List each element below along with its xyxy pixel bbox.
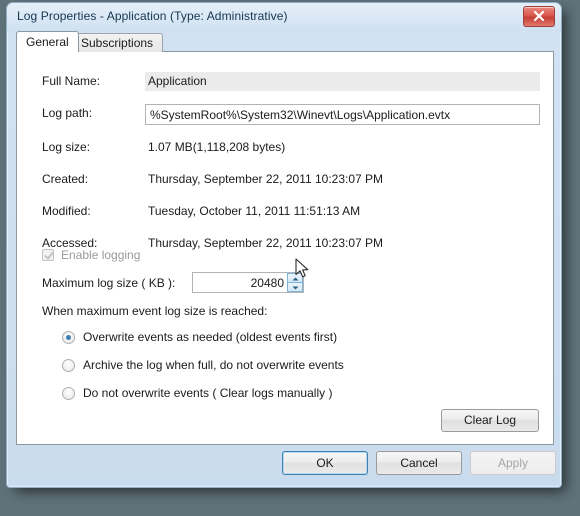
- log-size-label: Log size:: [42, 140, 91, 154]
- modified-label: Modified:: [42, 204, 91, 218]
- row-modified: Modified: Tuesday, October 11, 2011 11:5…: [17, 202, 553, 222]
- when-full-label: When maximum event log size is reached:: [42, 304, 268, 318]
- full-name-value-box: Application: [145, 72, 540, 91]
- checkbox-box: [42, 249, 54, 261]
- max-log-size-label: Maximum log size ( KB ):: [42, 276, 176, 290]
- max-log-size-stepper[interactable]: 20480: [192, 272, 304, 293]
- enable-logging-label: Enable logging: [61, 248, 141, 262]
- log-path-value: %SystemRoot%\System32\Winevt\Logs\Applic…: [150, 108, 451, 122]
- radio-do-not-overwrite[interactable]: Do not overwrite events ( Clear logs man…: [62, 386, 332, 400]
- checkmark-icon: [44, 252, 54, 260]
- radio-overwrite-as-needed[interactable]: Overwrite events as needed (oldest event…: [62, 330, 337, 344]
- created-value: Thursday, September 22, 2011 10:23:07 PM: [148, 172, 384, 186]
- ok-button[interactable]: OK: [282, 451, 368, 475]
- radio-label: Do not overwrite events ( Clear logs man…: [83, 386, 333, 400]
- log-path-label: Log path:: [42, 106, 93, 120]
- cancel-button[interactable]: Cancel: [376, 451, 462, 475]
- log-size-value: 1.07 MB(1,118,208 bytes): [148, 140, 286, 154]
- row-log-path: Log path: %SystemRoot%\System32\Winevt\L…: [17, 104, 553, 125]
- stepper-up-button[interactable]: [287, 273, 303, 282]
- client-area: General Subscriptions Full Name: Applica…: [14, 31, 556, 482]
- modified-value: Tuesday, October 11, 2011 11:51:13 AM: [148, 204, 361, 218]
- full-name-label: Full Name:: [42, 74, 101, 88]
- enable-logging-checkbox[interactable]: Enable logging: [42, 248, 140, 262]
- accessed-value: Thursday, September 22, 2011 10:23:07 PM: [148, 236, 384, 250]
- radio-archive-when-full[interactable]: Archive the log when full, do not overwr…: [62, 358, 344, 372]
- title-bar[interactable]: Log Properties - Application (Type: Admi…: [7, 3, 561, 31]
- log-properties-dialog: Log Properties - Application (Type: Admi…: [6, 2, 562, 488]
- chevron-up-icon: [292, 277, 299, 281]
- desktop-background: Log Properties - Application (Type: Admi…: [0, 0, 580, 516]
- radio-label: Archive the log when full, do not overwr…: [83, 358, 344, 372]
- row-log-size: Log size: 1.07 MB(1,118,208 bytes): [17, 138, 553, 158]
- radio-indicator: [62, 358, 75, 372]
- tab-general[interactable]: General: [16, 31, 79, 52]
- log-path-input[interactable]: %SystemRoot%\System32\Winevt\Logs\Applic…: [145, 104, 540, 125]
- radio-indicator: [62, 386, 75, 400]
- stepper-down-button[interactable]: [287, 282, 303, 292]
- full-name-value: Application: [148, 74, 207, 88]
- chevron-down-icon: [292, 286, 299, 290]
- close-icon: [533, 10, 545, 22]
- tab-subscriptions[interactable]: Subscriptions: [71, 33, 164, 52]
- clear-log-button[interactable]: Clear Log: [441, 409, 539, 432]
- row-full-name: Full Name: Application: [17, 72, 553, 92]
- apply-button: Apply: [470, 451, 556, 475]
- dialog-footer: OK Cancel Apply: [16, 451, 556, 481]
- created-label: Created:: [42, 172, 89, 186]
- row-created: Created: Thursday, September 22, 2011 10…: [17, 170, 553, 190]
- tab-strip: General Subscriptions: [16, 31, 556, 52]
- max-log-size-value: 20480: [250, 276, 284, 290]
- radio-label: Overwrite events as needed (oldest event…: [83, 330, 338, 344]
- close-button[interactable]: [523, 6, 555, 27]
- radio-indicator: [62, 330, 75, 344]
- stepper-buttons: [287, 273, 303, 292]
- window-title: Log Properties - Application (Type: Admi…: [17, 9, 288, 23]
- general-tab-panel: Full Name: Application Log path: %System…: [16, 51, 554, 445]
